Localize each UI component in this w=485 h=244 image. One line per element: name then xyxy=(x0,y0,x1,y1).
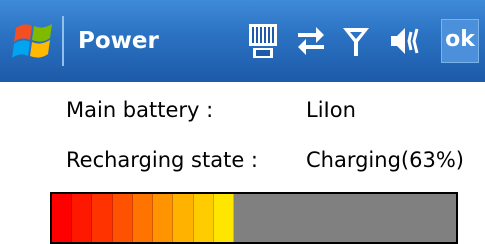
recharging-state-label: Recharging state : xyxy=(66,148,258,172)
title-separator xyxy=(62,16,64,66)
battery-level-segment xyxy=(52,194,73,242)
battery-level-segment xyxy=(112,194,133,242)
battery-level-segment xyxy=(213,194,234,242)
windows-flag-icon xyxy=(12,24,52,58)
battery-level-segment xyxy=(132,194,154,242)
speaker-volume-icon[interactable] xyxy=(387,22,421,60)
battery-level-fill xyxy=(52,194,234,242)
signal-antenna-icon[interactable] xyxy=(339,22,373,60)
battery-level-segment xyxy=(193,194,214,242)
title-bar: Power ok xyxy=(0,0,485,82)
battery-level-segment xyxy=(173,194,194,242)
sync-arrows-icon[interactable] xyxy=(294,22,328,60)
battery-level-segment xyxy=(72,194,93,242)
main-battery-value: LiIon xyxy=(306,98,356,122)
ok-button[interactable]: ok xyxy=(441,19,479,63)
window-title: Power xyxy=(78,28,159,54)
battery-status-icon[interactable] xyxy=(247,22,281,60)
battery-level-bar xyxy=(50,192,458,244)
recharging-state-value: Charging(63%) xyxy=(306,148,464,172)
windows-start-button[interactable] xyxy=(12,18,56,64)
battery-level-segment xyxy=(153,194,174,242)
main-battery-label: Main battery : xyxy=(66,98,214,122)
battery-level-segment xyxy=(92,194,113,242)
